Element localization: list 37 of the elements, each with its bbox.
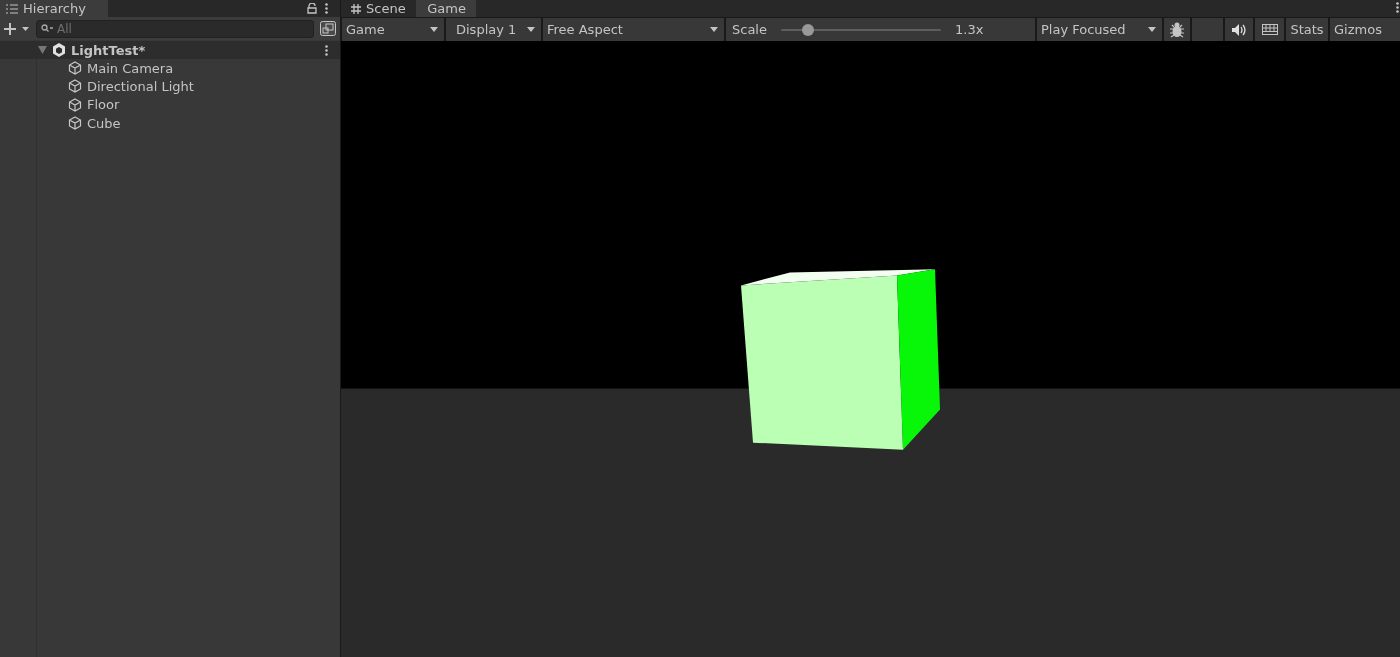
search-field[interactable]: All <box>36 19 314 38</box>
caret-icon <box>527 27 535 32</box>
cube-icon <box>68 97 82 112</box>
caret-icon <box>710 27 718 32</box>
hierarchy-item[interactable]: Floor <box>87 97 120 113</box>
aspect-dropdown[interactable]: Free Aspect <box>543 18 724 41</box>
keyboard-icon[interactable] <box>1261 24 1278 35</box>
hierarchy-item[interactable]: Directional Light <box>87 78 194 94</box>
hierarchy-item[interactable]: Main Camera <box>87 60 174 76</box>
stats-button[interactable]: Stats <box>1286 18 1328 41</box>
list-icon <box>6 3 18 14</box>
hierarchy-item[interactable]: Cube <box>87 115 121 131</box>
gizmos-dropdown[interactable]: Gizmos <box>1330 18 1400 41</box>
grid-icon <box>351 3 361 14</box>
view-tab[interactable]: Game <box>416 0 476 17</box>
speaker-icon[interactable] <box>1231 23 1247 36</box>
slider-thumb[interactable] <box>802 23 815 36</box>
cube-icon <box>68 79 82 94</box>
cube-icon <box>68 116 82 131</box>
more-icon[interactable] <box>325 3 328 14</box>
add-icon[interactable] <box>4 22 30 35</box>
lock-icon[interactable] <box>307 3 317 14</box>
display-dropdown[interactable]: Display 1 <box>446 18 541 41</box>
caret-icon <box>1148 27 1156 32</box>
play-mode-dropdown[interactable]: Play Focused <box>1037 18 1162 41</box>
bug-icon[interactable] <box>1169 21 1185 38</box>
scale-value: 1.3x <box>955 22 984 37</box>
caret-icon <box>430 27 438 32</box>
more-icon[interactable] <box>1396 2 1399 13</box>
hierarchy-tab[interactable]: Hierarchy <box>0 0 108 17</box>
cube-icon <box>68 61 82 76</box>
scale-label: Scale <box>732 22 767 37</box>
search-icon <box>41 23 53 33</box>
view-dropdown[interactable]: Game <box>342 18 444 41</box>
more-icon[interactable] <box>325 44 328 56</box>
expand-arrow-icon[interactable] <box>38 46 47 54</box>
window-icon[interactable] <box>320 21 336 36</box>
